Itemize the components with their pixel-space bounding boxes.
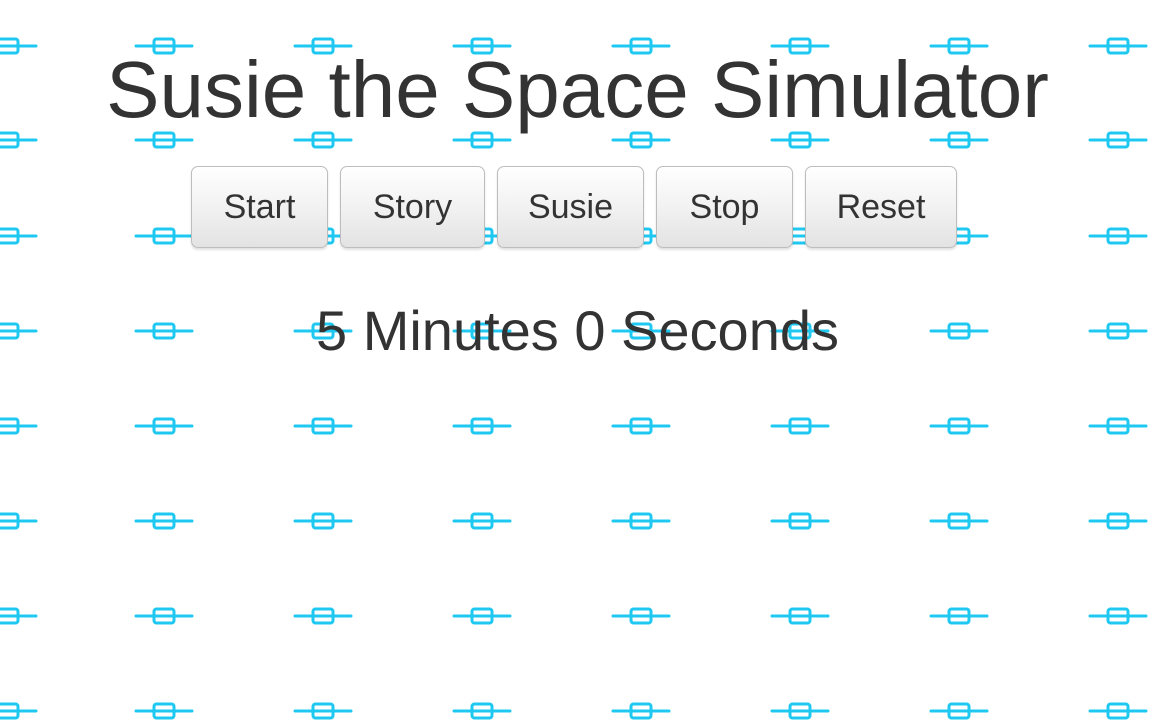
satellite-icon	[293, 512, 353, 530]
page-title: Susie the Space Simulator	[106, 45, 1049, 134]
satellite-icon	[0, 702, 38, 720]
reset-button[interactable]: Reset	[805, 166, 957, 248]
satellite-icon	[929, 512, 989, 530]
satellite-icon	[770, 607, 830, 625]
satellite-icon	[293, 417, 353, 435]
satellite-icon	[134, 417, 194, 435]
satellite-icon	[770, 417, 830, 435]
satellite-icon	[134, 607, 194, 625]
satellite-icon	[770, 702, 830, 720]
satellite-icon	[929, 607, 989, 625]
satellite-icon	[929, 417, 989, 435]
countdown-timer: 5 Minutes 0 Seconds	[316, 299, 839, 362]
simulator-page: Susie the Space Simulator Start Story Su…	[0, 0, 1155, 725]
satellite-icon	[293, 607, 353, 625]
satellite-icon	[452, 607, 512, 625]
satellite-icon	[452, 417, 512, 435]
satellite-icon	[134, 702, 194, 720]
control-button-bar: Start Story Susie Stop Reset	[0, 166, 1155, 252]
satellite-icon	[0, 607, 38, 625]
satellite-icon	[1088, 417, 1148, 435]
stop-button[interactable]: Stop	[656, 166, 793, 248]
start-button[interactable]: Start	[191, 166, 328, 248]
satellite-icon	[0, 417, 38, 435]
satellite-icon	[611, 702, 671, 720]
satellite-icon	[293, 702, 353, 720]
satellite-icon	[134, 512, 194, 530]
story-button[interactable]: Story	[340, 166, 485, 248]
satellite-icon	[611, 417, 671, 435]
satellite-icon	[611, 607, 671, 625]
satellite-icon	[611, 512, 671, 530]
satellite-icon	[452, 512, 512, 530]
satellite-icon	[929, 702, 989, 720]
susie-button[interactable]: Susie	[497, 166, 644, 248]
satellite-icon	[770, 512, 830, 530]
satellite-icon	[1088, 607, 1148, 625]
satellite-icon	[0, 512, 38, 530]
satellite-icon	[1088, 702, 1148, 720]
satellite-icon	[1088, 512, 1148, 530]
satellite-icon	[452, 702, 512, 720]
